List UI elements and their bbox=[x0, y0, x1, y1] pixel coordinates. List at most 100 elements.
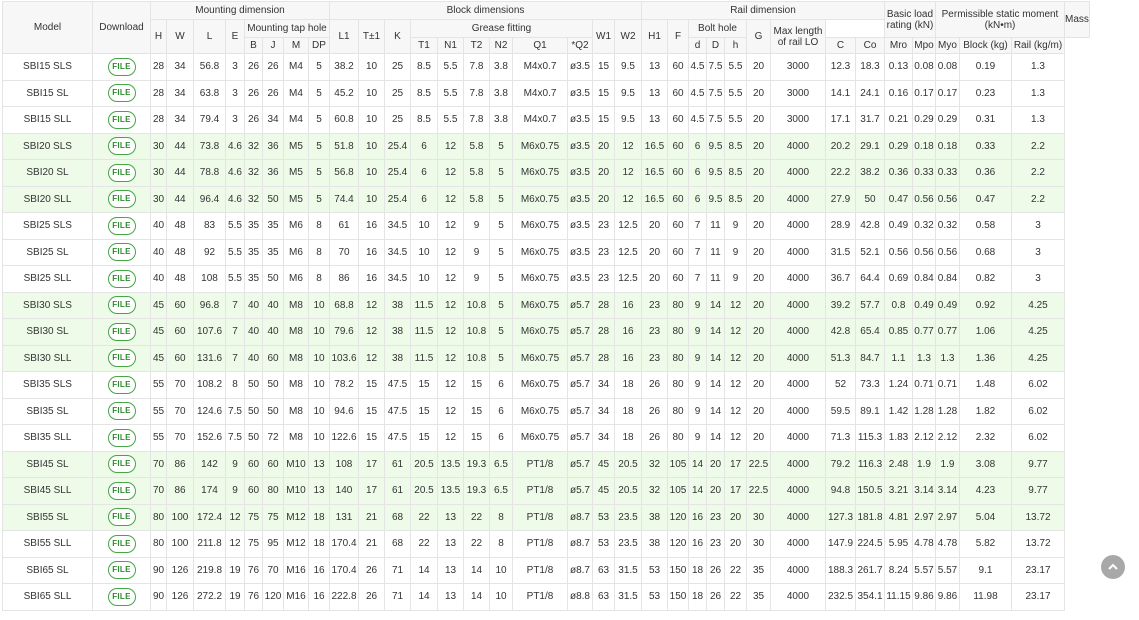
cell-c: 39.2 bbox=[825, 291, 856, 319]
cell-l1: 122.6 bbox=[329, 424, 359, 452]
col-M: M bbox=[283, 37, 309, 54]
group-mounting-dimension: Mounting dimension bbox=[150, 1, 330, 20]
cell-w1: 23 bbox=[592, 265, 615, 293]
file-download-button[interactable]: FILE bbox=[107, 296, 136, 315]
cell-l: 56.8 bbox=[193, 53, 226, 81]
cell-l: 92 bbox=[193, 238, 226, 266]
cell-m: M5 bbox=[283, 159, 309, 187]
table-row: SBI25 SL FILE 40 48 92 5.5 35 35 M6 8 70 16 34.5 10 12… bbox=[2, 238, 1090, 266]
cell-mro: 5.95 bbox=[884, 530, 913, 558]
cell-j: 60 bbox=[262, 344, 284, 372]
cell-rail: 23.17 bbox=[1011, 583, 1065, 611]
cell-q1: M6x0.75 bbox=[512, 185, 568, 213]
cell-block: 0.23 bbox=[959, 79, 1012, 107]
file-download-button[interactable]: FILE bbox=[107, 84, 136, 103]
cell-d: 16 bbox=[688, 503, 707, 531]
file-download-button[interactable]: FILE bbox=[107, 402, 136, 421]
cell-t: 16 bbox=[358, 238, 385, 266]
file-download-button[interactable]: FILE bbox=[107, 216, 136, 235]
file-download-button[interactable]: FILE bbox=[107, 455, 136, 474]
cell-j: 34 bbox=[262, 106, 284, 134]
cell-w1: 28 bbox=[592, 291, 615, 319]
cell-rail: 13.72 bbox=[1011, 503, 1065, 531]
file-download-button[interactable]: FILE bbox=[107, 587, 136, 606]
table-row: SBI30 SLL FILE 45 60 131.6 7 40 60 M8 10 103.6 12 38… bbox=[2, 344, 1090, 372]
cell-model: SBI65 SLL bbox=[2, 583, 93, 611]
cell-block: 1.36 bbox=[959, 344, 1012, 372]
file-download-button[interactable]: FILE bbox=[107, 481, 136, 500]
cell-dp: 10 bbox=[308, 397, 330, 425]
cell-d: 23 bbox=[706, 530, 725, 558]
cell-t1: 20.5 bbox=[410, 477, 438, 505]
cell-model: SBI15 SLL bbox=[2, 106, 93, 134]
cell-block: 0.68 bbox=[959, 238, 1012, 266]
file-download-button[interactable]: FILE bbox=[107, 322, 136, 341]
cell-co: 38.2 bbox=[855, 159, 885, 187]
cell-m: M6 bbox=[283, 238, 309, 266]
cell-w2: 16 bbox=[614, 344, 642, 372]
cell-k: 71 bbox=[384, 583, 411, 611]
col-F: F bbox=[667, 19, 689, 54]
cell-rail: 23.17 bbox=[1011, 556, 1065, 584]
cell-q2: ø3.5 bbox=[567, 53, 593, 81]
cell-n2: 5 bbox=[489, 159, 513, 187]
cell-w1: 15 bbox=[592, 79, 615, 107]
cell-d: 7.5 bbox=[706, 79, 725, 107]
file-download-button[interactable]: FILE bbox=[107, 190, 136, 209]
file-download-button[interactable]: FILE bbox=[107, 110, 136, 129]
cell-w: 70 bbox=[166, 371, 194, 399]
file-download-button[interactable]: FILE bbox=[107, 349, 136, 368]
cell-d: 26 bbox=[706, 556, 725, 584]
cell-l1: 108 bbox=[329, 450, 359, 478]
file-download-button[interactable]: FILE bbox=[107, 561, 136, 580]
cell-l1: 222.8 bbox=[329, 583, 359, 611]
cell-w: 70 bbox=[166, 424, 194, 452]
cell-d: 18 bbox=[688, 556, 707, 584]
file-download-button[interactable]: FILE bbox=[107, 137, 136, 156]
table-row: SBI30 SLS FILE 45 60 96.8 7 40 40 M8 10 68.8 12 38 11… bbox=[2, 291, 1090, 319]
cell-e: 9 bbox=[225, 450, 245, 478]
download-cell: FILE bbox=[92, 424, 151, 452]
cell-t2: 10.8 bbox=[463, 318, 490, 346]
file-download-button[interactable]: FILE bbox=[107, 163, 136, 182]
cell-j: 120 bbox=[262, 583, 284, 611]
cell-t1: 8.5 bbox=[410, 106, 438, 134]
cell-b: 76 bbox=[244, 583, 263, 611]
table-row: SBI20 SLS FILE 30 44 73.8 4.6 32 36 M5 5 51.8 10 25.… bbox=[2, 132, 1090, 160]
file-download-button[interactable]: FILE bbox=[107, 428, 136, 447]
cell-j: 72 bbox=[262, 424, 284, 452]
cell-w2: 18 bbox=[614, 424, 642, 452]
table-row: SBI20 SLL FILE 30 44 96.4 4.6 32 50 M5 5 74.4 10 25.… bbox=[2, 185, 1090, 213]
cell-h: 17 bbox=[724, 450, 747, 478]
file-download-button[interactable]: FILE bbox=[107, 534, 136, 553]
cell-co: 354.1 bbox=[855, 583, 885, 611]
cell-n1: 12 bbox=[437, 185, 464, 213]
table-row: SBI35 SLL FILE 55 70 152.6 7.5 50 72 M8 10 122.6 15… bbox=[2, 424, 1090, 452]
cell-rail: 6.02 bbox=[1011, 371, 1065, 399]
cell-m: M4 bbox=[283, 53, 309, 81]
scroll-to-top-button[interactable] bbox=[1101, 555, 1125, 579]
cell-model: SBI55 SLL bbox=[2, 530, 93, 558]
cell-b: 32 bbox=[244, 185, 263, 213]
cell-w: 60 bbox=[166, 344, 194, 372]
file-download-button[interactable]: FILE bbox=[107, 375, 136, 394]
cell-h1: 23 bbox=[641, 318, 668, 346]
cell-t2: 14 bbox=[463, 556, 490, 584]
cell-b: 26 bbox=[244, 106, 263, 134]
cell-d: 9 bbox=[688, 344, 707, 372]
file-download-button[interactable]: FILE bbox=[107, 269, 136, 288]
cell-model: SBI30 SL bbox=[2, 318, 93, 346]
group-permissible-static-moment: Permissible static moment (kN•m) bbox=[935, 1, 1065, 38]
cell-k: 61 bbox=[384, 477, 411, 505]
cell-h1: 20 bbox=[641, 212, 668, 240]
cell-t: 12 bbox=[358, 344, 385, 372]
cell-m: M12 bbox=[283, 530, 309, 558]
file-download-button[interactable]: FILE bbox=[107, 508, 136, 527]
cell-f: 60 bbox=[667, 132, 689, 160]
file-download-button[interactable]: FILE bbox=[107, 57, 136, 76]
file-download-button[interactable]: FILE bbox=[107, 243, 136, 262]
cell-j: 50 bbox=[262, 265, 284, 293]
cell-w: 34 bbox=[166, 53, 194, 81]
cell-t2: 19.3 bbox=[463, 477, 490, 505]
cell-n2: 8 bbox=[489, 530, 513, 558]
